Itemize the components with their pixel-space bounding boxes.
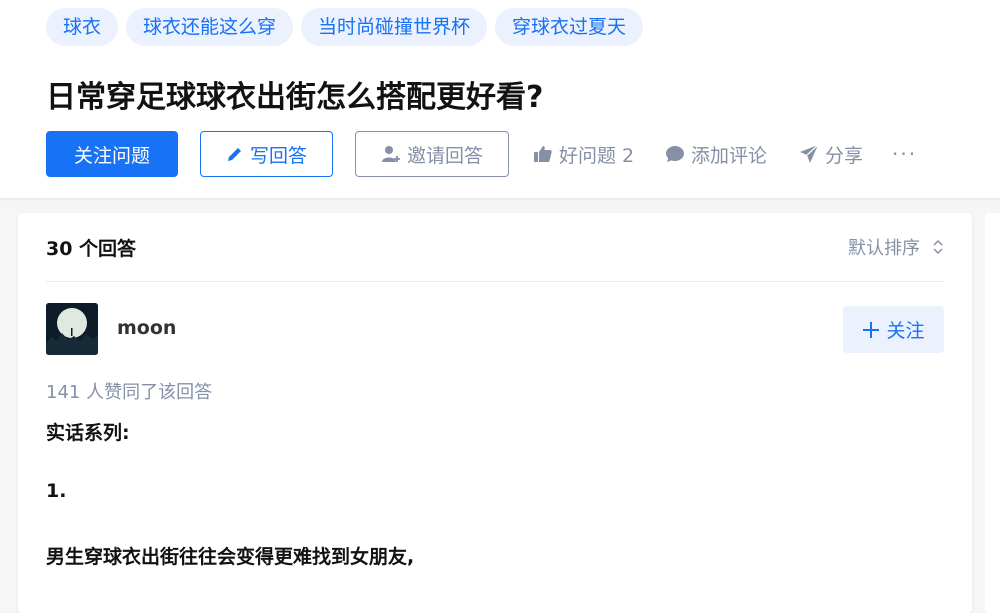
- answer-paragraph: 1.: [46, 480, 67, 502]
- answers-card: 30 个回答 默认排序 moon 关注 141 人赞同了该回答 实话系列: 1.…: [18, 213, 972, 613]
- topic-tags: 球衣 球衣还能这么穿 当时尚碰撞世界杯 穿球衣过夏天: [46, 8, 644, 46]
- more-icon[interactable]: ···: [892, 131, 917, 177]
- upvote-summary: 141 人赞同了该回答: [46, 382, 213, 403]
- sidebar-card: [985, 213, 1000, 613]
- topic-tag[interactable]: 球衣还能这么穿: [126, 8, 294, 46]
- share-button[interactable]: 分享: [799, 131, 863, 177]
- good-question-button[interactable]: 好问题 2: [533, 131, 634, 177]
- question-header: 球衣 球衣还能这么穿 当时尚碰撞世界杯 穿球衣过夏天 日常穿足球球衣出街怎么搭配…: [0, 0, 1000, 198]
- follow-question-button[interactable]: 关注问题: [46, 131, 178, 177]
- invite-user-icon: [381, 144, 401, 164]
- paper-plane-icon: [799, 144, 819, 164]
- thumbs-up-icon: [533, 144, 553, 164]
- sort-label: 默认排序: [848, 238, 920, 259]
- comment-bubble-icon: [665, 144, 685, 164]
- topic-tag[interactable]: 球衣: [46, 8, 119, 46]
- answer-count: 30 个回答: [46, 238, 137, 260]
- write-answer-button[interactable]: 写回答: [200, 131, 333, 177]
- question-title: 日常穿足球球衣出街怎么搭配更好看?: [46, 80, 544, 115]
- write-answer-label: 写回答: [249, 144, 307, 167]
- question-actions: 关注问题 写回答 邀请回答 好问题 2 添加评论 分享 ···: [46, 131, 986, 177]
- follow-question-label: 关注问题: [73, 144, 150, 167]
- invite-answer-button[interactable]: 邀请回答: [355, 131, 509, 177]
- plus-icon: [862, 321, 880, 339]
- answers-header: 30 个回答 默认排序: [46, 213, 944, 282]
- answer-paragraph: 实话系列:: [46, 422, 130, 444]
- topic-tag[interactable]: 穿球衣过夏天: [495, 8, 644, 46]
- add-comment-label: 添加评论: [691, 144, 768, 167]
- good-question-label: 好问题 2: [559, 144, 635, 167]
- invite-answer-label: 邀请回答: [406, 144, 483, 167]
- add-comment-button[interactable]: 添加评论: [665, 131, 767, 177]
- answer-paragraph: 男生穿球衣出街往往会变得更难找到女朋友,: [46, 546, 415, 568]
- sort-dropdown[interactable]: 默认排序: [848, 234, 944, 260]
- sort-icon: [932, 238, 944, 256]
- follow-author-label: 关注: [886, 320, 925, 342]
- share-label: 分享: [825, 144, 864, 167]
- follow-author-button[interactable]: 关注: [843, 306, 944, 353]
- topic-tag[interactable]: 当时尚碰撞世界杯: [301, 8, 488, 46]
- avatar[interactable]: [46, 303, 98, 355]
- pencil-icon: [226, 145, 244, 163]
- author-name[interactable]: moon: [117, 317, 176, 339]
